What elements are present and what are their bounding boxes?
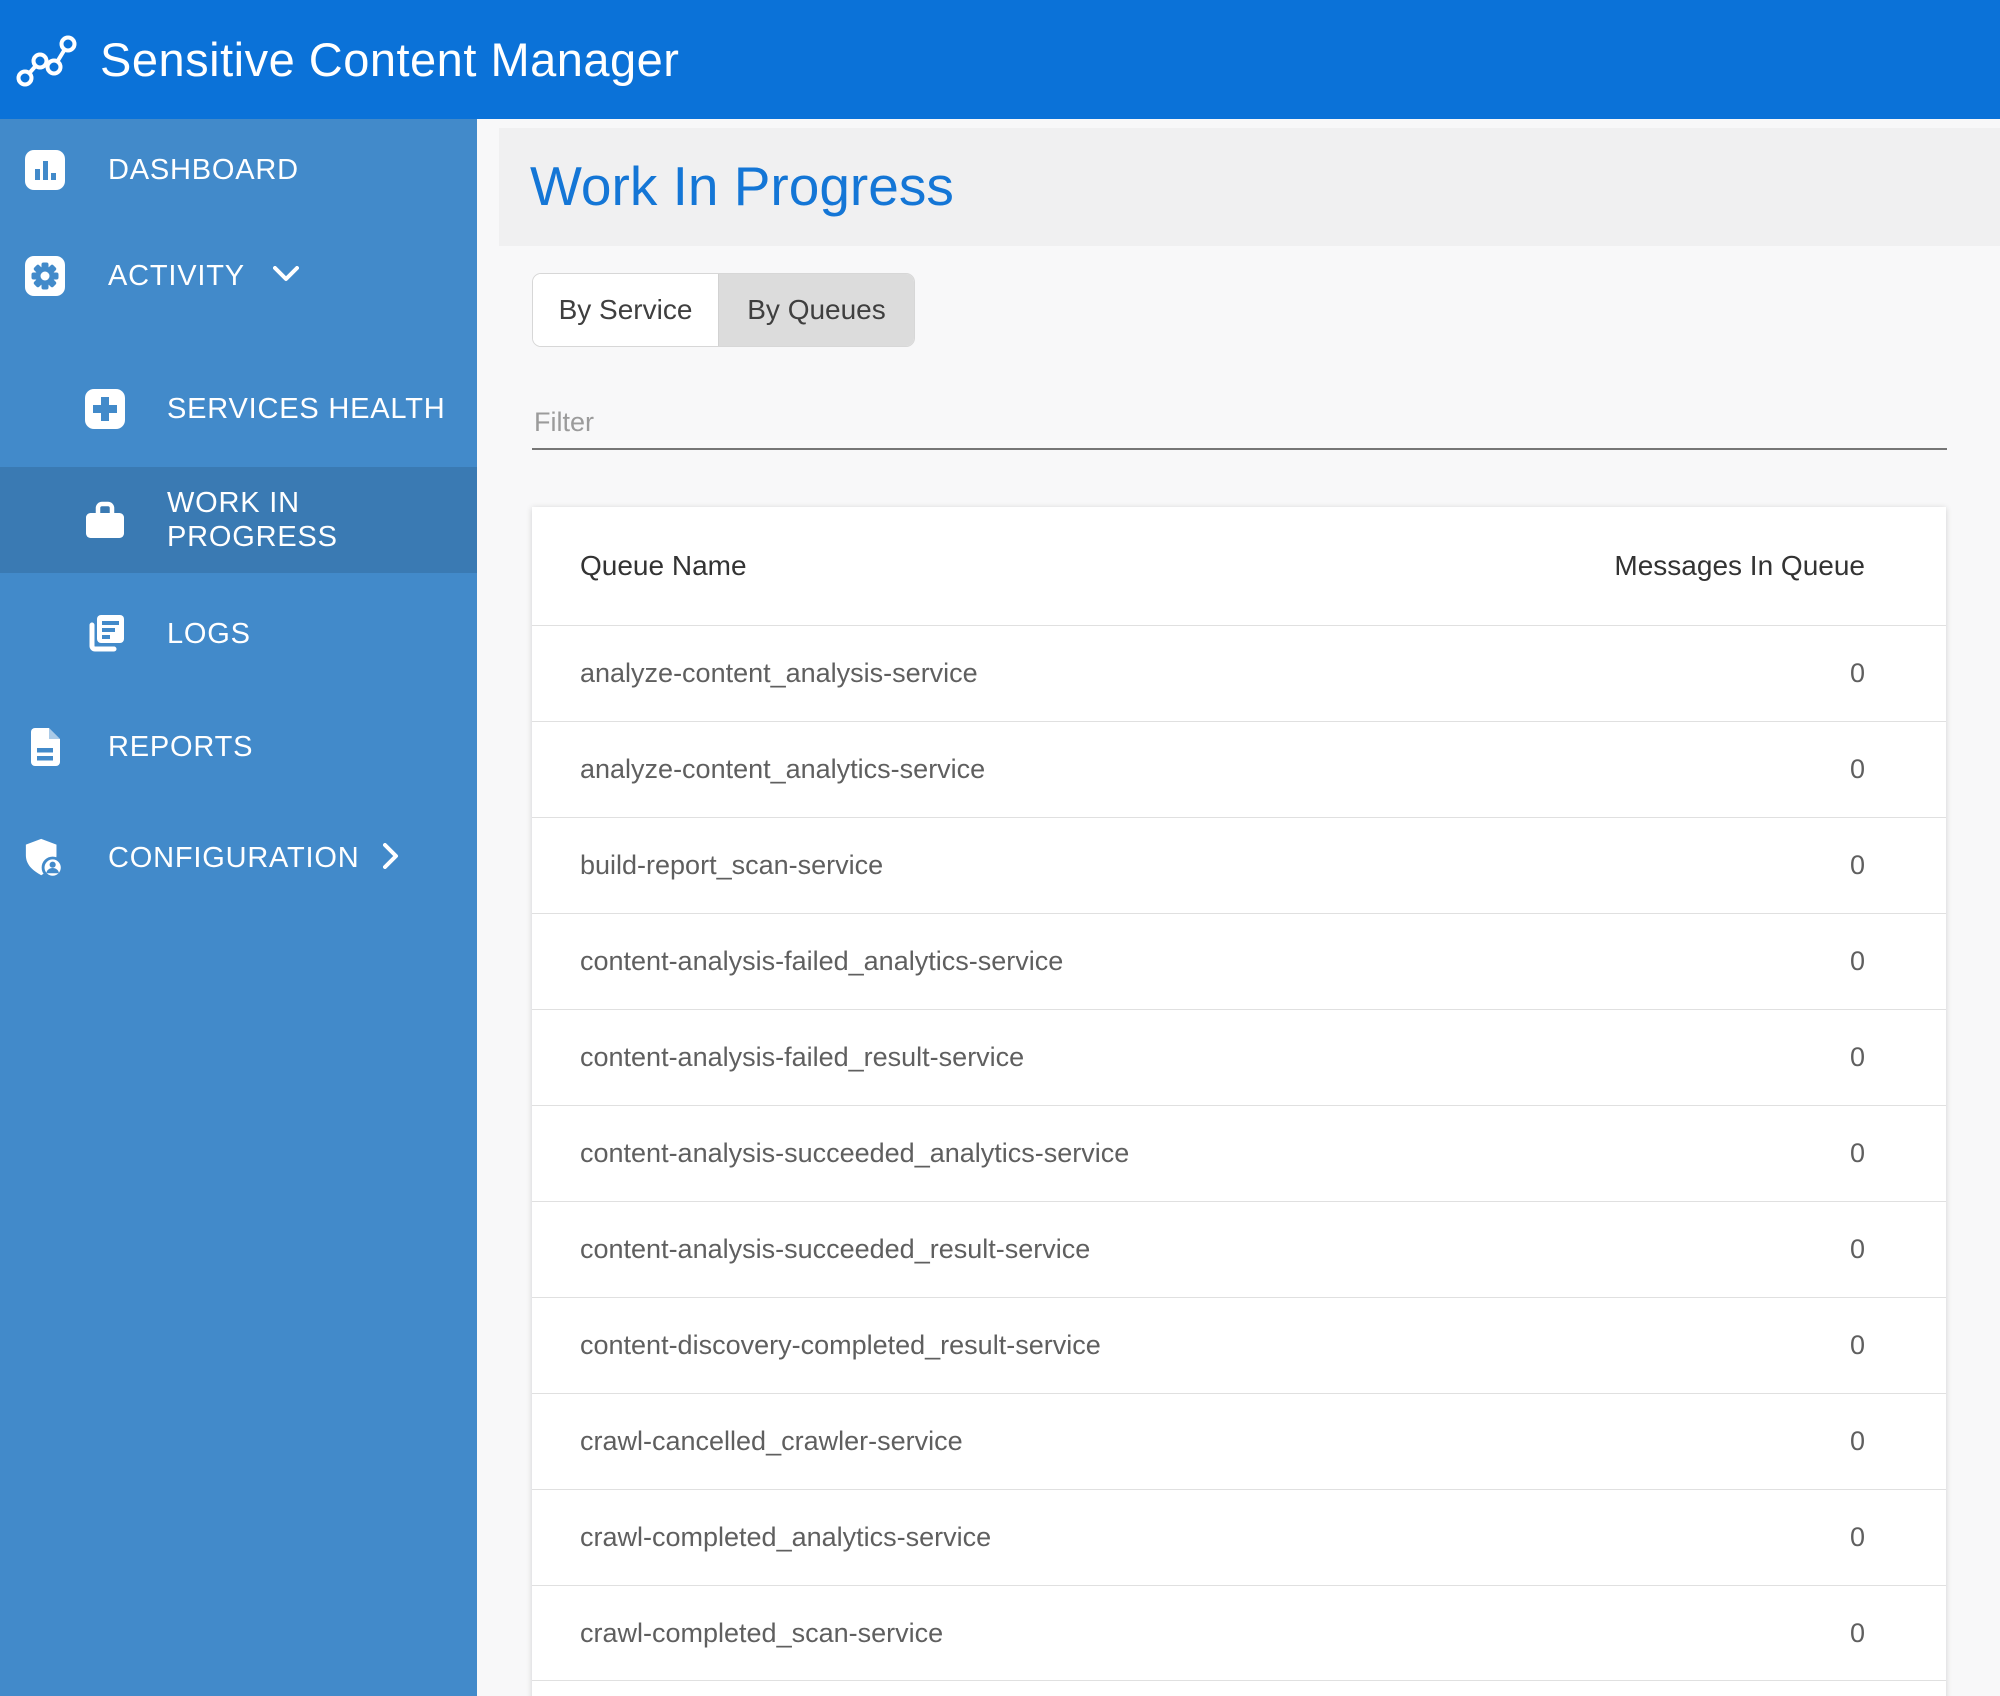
health-cross-icon [83, 387, 127, 431]
sidebar-item-reports[interactable]: REPORTS [0, 719, 477, 775]
messages-count-cell: 0 [1849, 1234, 1865, 1264]
queue-name-cell: content-analysis-failed_analytics-servic… [580, 946, 1064, 976]
table-row: build-report_scan-service 0 [532, 817, 1946, 913]
app-logo-graph-nodes-icon [14, 29, 80, 96]
sidebar-item-services-health[interactable]: SERVICES HEALTH [0, 381, 477, 437]
queue-name-cell: crawl-completed_scan-service [580, 1617, 944, 1648]
table-row: content-analysis-succeeded_analytics-ser… [532, 1105, 1946, 1201]
queues-table-card: Queue Name Messages In Queue analyze-con… [532, 507, 1946, 1696]
sidebar: DASHBOARD ACTIVITY SERVICES HEALTH WORK … [0, 119, 477, 1696]
gear-icon [23, 254, 67, 298]
messages-count-cell: 0 [1849, 1138, 1865, 1168]
app-header: Sensitive Content Manager [0, 0, 2000, 119]
sidebar-item-activity[interactable]: ACTIVITY [0, 248, 477, 304]
table-row: crawl-completed_analytics-service 0 [532, 1489, 1946, 1585]
messages-count-cell: 0 [1849, 658, 1865, 688]
tab-by-queues[interactable]: By Queues [718, 274, 914, 346]
column-header-queue-name: Queue Name [580, 550, 747, 581]
queue-name-cell: content-discovery-completed_result-servi… [580, 1330, 1101, 1360]
table-row: crawl-cancelled_crawler-service 0 [532, 1393, 1946, 1489]
table-row: crawl-completed_scan-service 0 [532, 1585, 1946, 1681]
filter-field-wrap [532, 404, 1947, 450]
table-header-row: Queue Name Messages In Queue [532, 507, 1946, 625]
messages-count-cell: 0 [1849, 1522, 1865, 1552]
page-title: Work In Progress [530, 155, 954, 217]
queue-name-cell: analyze-content_analysis-service [580, 658, 978, 688]
sidebar-item-label: CONFIGURATION [108, 842, 360, 874]
sidebar-item-work-in-progress[interactable]: WORK IN PROGRESS [0, 467, 477, 573]
queue-name-cell: content-analysis-failed_result-service [580, 1042, 1025, 1072]
logs-pages-icon [83, 612, 127, 656]
table-row: analyze-content_analytics-service 0 [532, 721, 1946, 817]
messages-count-cell: 0 [1849, 1330, 1865, 1360]
report-file-icon [23, 725, 67, 769]
queue-name-cell: analyze-content_analytics-service [580, 754, 986, 784]
column-header-messages-in-queue: Messages In Queue [1614, 550, 1865, 581]
queue-name-cell: content-analysis-succeeded_result-servic… [580, 1234, 1091, 1264]
queue-name-cell: crawl-cancelled_crawler-service [580, 1426, 963, 1456]
app-title: Sensitive Content Manager [100, 33, 680, 86]
tab-by-service[interactable]: By Service [533, 274, 718, 346]
chevron-down-icon [273, 265, 299, 287]
sidebar-item-label: WORK IN PROGRESS [167, 487, 338, 553]
app-window: Sensitive Content Manager DASHBOARD ACTI… [0, 0, 2000, 1696]
sidebar-item-label: DASHBOARD [108, 154, 299, 186]
sidebar-item-label: SERVICES HEALTH [167, 393, 446, 425]
table-row: content-analysis-failed_result-service 0 [532, 1009, 1946, 1105]
sidebar-item-label: ACTIVITY [108, 260, 245, 292]
main-content: Work In Progress By Service By Queues Qu… [477, 119, 2000, 1696]
queue-name-cell: content-analysis-succeeded_analytics-ser… [580, 1138, 1130, 1168]
sidebar-item-configuration[interactable]: CONFIGURATION [0, 830, 477, 886]
table-row: content-discovery-completed_result-servi… [532, 1297, 1946, 1393]
messages-count-cell: 0 [1849, 1042, 1865, 1072]
chevron-right-icon [383, 842, 399, 874]
messages-count-cell: 0 [1849, 946, 1865, 976]
bar-chart-icon [23, 148, 67, 192]
messages-count-cell: 0 [1849, 1617, 1865, 1648]
queue-name-cell: crawl-completed_analytics-service [580, 1522, 992, 1552]
messages-count-cell: 0 [1849, 1426, 1865, 1456]
sidebar-item-label: LOGS [167, 618, 251, 650]
table-row: analyze-content_analysis-service 0 [532, 625, 1946, 721]
page-title-banner: Work In Progress [499, 128, 2000, 246]
view-toggle-tabs: By Service By Queues [532, 273, 915, 347]
table-row: content-analysis-succeeded_result-servic… [532, 1201, 1946, 1297]
table-body: analyze-content_analysis-service 0 analy… [532, 625, 1946, 1681]
queue-name-cell: build-report_scan-service [580, 850, 884, 880]
messages-count-cell: 0 [1849, 850, 1865, 880]
messages-count-cell: 0 [1849, 754, 1865, 784]
filter-input[interactable] [532, 404, 1947, 450]
sidebar-item-label: REPORTS [108, 731, 254, 763]
sidebar-item-logs[interactable]: LOGS [0, 606, 477, 662]
shield-user-icon [23, 836, 67, 880]
sidebar-item-dashboard[interactable]: DASHBOARD [0, 142, 477, 198]
table-row: content-analysis-failed_analytics-servic… [532, 913, 1946, 1009]
briefcase-icon [83, 498, 127, 542]
